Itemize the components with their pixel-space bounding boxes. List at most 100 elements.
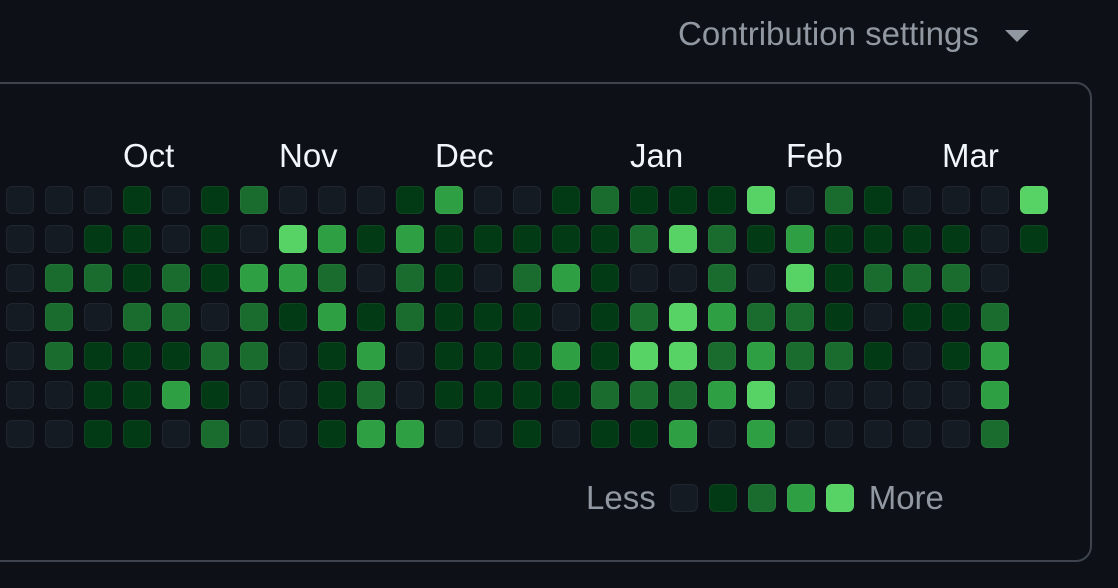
contribution-day-cell[interactable] (747, 342, 775, 370)
contribution-day-cell[interactable] (162, 303, 190, 331)
contribution-day-cell[interactable] (786, 381, 814, 409)
contribution-day-cell[interactable] (864, 342, 892, 370)
contribution-day-cell[interactable] (630, 264, 658, 292)
contribution-day-cell[interactable] (396, 420, 424, 448)
contribution-day-cell[interactable] (318, 420, 346, 448)
contribution-day-cell[interactable] (201, 186, 229, 214)
contribution-day-cell[interactable] (825, 420, 853, 448)
contribution-day-cell[interactable] (513, 303, 541, 331)
contribution-day-cell[interactable] (123, 186, 151, 214)
contribution-day-cell[interactable] (669, 186, 697, 214)
contribution-day-cell[interactable] (6, 225, 34, 253)
contribution-day-cell[interactable] (981, 420, 1009, 448)
contribution-day-cell[interactable] (123, 264, 151, 292)
contribution-day-cell[interactable] (552, 420, 580, 448)
contribution-day-cell[interactable] (630, 381, 658, 409)
contribution-day-cell[interactable] (513, 381, 541, 409)
contribution-day-cell[interactable] (708, 264, 736, 292)
contribution-day-cell[interactable] (201, 225, 229, 253)
contribution-day-cell[interactable] (630, 186, 658, 214)
contribution-day-cell[interactable] (123, 303, 151, 331)
contribution-day-cell[interactable] (84, 264, 112, 292)
contribution-day-cell[interactable] (669, 303, 697, 331)
contribution-day-cell[interactable] (45, 264, 73, 292)
contribution-day-cell[interactable] (6, 381, 34, 409)
contribution-day-cell[interactable] (357, 342, 385, 370)
contribution-day-cell[interactable] (435, 342, 463, 370)
contribution-day-cell[interactable] (84, 342, 112, 370)
contribution-day-cell[interactable] (786, 225, 814, 253)
contribution-day-cell[interactable] (864, 264, 892, 292)
contribution-day-cell[interactable] (123, 225, 151, 253)
contribution-day-cell[interactable] (279, 225, 307, 253)
contribution-day-cell[interactable] (630, 303, 658, 331)
contribution-day-cell[interactable] (747, 420, 775, 448)
contribution-day-cell[interactable] (669, 381, 697, 409)
contribution-day-cell[interactable] (45, 420, 73, 448)
contribution-day-cell[interactable] (123, 381, 151, 409)
contribution-day-cell[interactable] (435, 264, 463, 292)
contribution-day-cell[interactable] (591, 342, 619, 370)
contribution-day-cell[interactable] (942, 420, 970, 448)
contribution-day-cell[interactable] (162, 186, 190, 214)
contribution-day-cell[interactable] (552, 264, 580, 292)
contribution-day-cell[interactable] (474, 303, 502, 331)
contribution-day-cell[interactable] (279, 264, 307, 292)
contribution-day-cell[interactable] (591, 186, 619, 214)
contribution-day-cell[interactable] (825, 342, 853, 370)
contribution-day-cell[interactable] (1020, 186, 1048, 214)
contribution-day-cell[interactable] (513, 264, 541, 292)
contribution-day-cell[interactable] (591, 225, 619, 253)
contribution-day-cell[interactable] (240, 186, 268, 214)
contribution-day-cell[interactable] (981, 225, 1009, 253)
contribution-day-cell[interactable] (747, 225, 775, 253)
contribution-day-cell[interactable] (435, 420, 463, 448)
contribution-day-cell[interactable] (942, 186, 970, 214)
contribution-day-cell[interactable] (513, 186, 541, 214)
contribution-day-cell[interactable] (201, 342, 229, 370)
contribution-day-cell[interactable] (396, 225, 424, 253)
contribution-day-cell[interactable] (318, 264, 346, 292)
contribution-day-cell[interactable] (435, 186, 463, 214)
contribution-day-cell[interactable] (396, 186, 424, 214)
contribution-day-cell[interactable] (942, 225, 970, 253)
contribution-day-cell[interactable] (552, 225, 580, 253)
contribution-day-cell[interactable] (591, 420, 619, 448)
contribution-day-cell[interactable] (669, 264, 697, 292)
contribution-day-cell[interactable] (981, 381, 1009, 409)
contribution-day-cell[interactable] (318, 342, 346, 370)
contribution-day-cell[interactable] (708, 225, 736, 253)
contribution-day-cell[interactable] (513, 420, 541, 448)
contribution-day-cell[interactable] (201, 420, 229, 448)
contribution-day-cell[interactable] (864, 303, 892, 331)
contribution-day-cell[interactable] (903, 264, 931, 292)
contribution-day-cell[interactable] (825, 225, 853, 253)
contribution-day-cell[interactable] (942, 381, 970, 409)
contribution-day-cell[interactable] (474, 225, 502, 253)
contribution-day-cell[interactable] (396, 381, 424, 409)
contribution-day-cell[interactable] (357, 381, 385, 409)
contribution-day-cell[interactable] (630, 420, 658, 448)
contribution-day-cell[interactable] (84, 186, 112, 214)
contribution-day-cell[interactable] (279, 186, 307, 214)
contribution-day-cell[interactable] (162, 225, 190, 253)
contribution-day-cell[interactable] (864, 381, 892, 409)
contribution-day-cell[interactable] (318, 225, 346, 253)
contribution-day-cell[interactable] (84, 420, 112, 448)
contribution-day-cell[interactable] (630, 342, 658, 370)
contribution-day-cell[interactable] (474, 264, 502, 292)
contribution-day-cell[interactable] (474, 342, 502, 370)
contribution-day-cell[interactable] (747, 303, 775, 331)
contribution-day-cell[interactable] (396, 342, 424, 370)
contribution-day-cell[interactable] (318, 186, 346, 214)
contribution-day-cell[interactable] (279, 381, 307, 409)
contribution-day-cell[interactable] (669, 225, 697, 253)
contribution-day-cell[interactable] (552, 342, 580, 370)
contribution-day-cell[interactable] (981, 264, 1009, 292)
contribution-day-cell[interactable] (864, 420, 892, 448)
contribution-day-cell[interactable] (201, 381, 229, 409)
contribution-day-cell[interactable] (162, 381, 190, 409)
contribution-day-cell[interactable] (825, 381, 853, 409)
contribution-day-cell[interactable] (435, 303, 463, 331)
contribution-day-cell[interactable] (240, 342, 268, 370)
